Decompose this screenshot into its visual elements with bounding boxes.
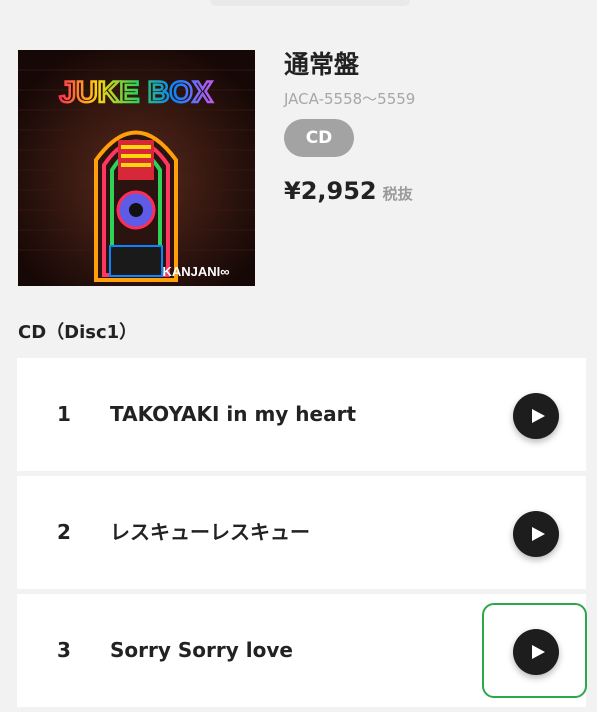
track-title: Sorry Sorry love	[110, 638, 293, 662]
track-row: 3 Sorry Sorry love	[17, 594, 586, 707]
play-button[interactable]	[513, 393, 559, 439]
track-number: 1	[57, 402, 71, 426]
track-title: レスキューレスキュー	[110, 520, 310, 544]
play-button[interactable]	[513, 511, 559, 557]
cover-title: JUKE BOX	[59, 76, 212, 109]
format-badge: CD	[284, 119, 354, 157]
price: ¥2,952	[284, 177, 377, 205]
top-handle	[210, 0, 410, 6]
play-icon	[531, 409, 545, 423]
catalog-number: JACA-5558〜5559	[284, 90, 416, 108]
track-number: 3	[57, 638, 71, 662]
track-list: 1 TAKOYAKI in my heart 2 レスキューレスキュー 3 So…	[17, 358, 586, 712]
tax-label: 税抜	[382, 185, 413, 203]
track-number: 2	[57, 520, 71, 544]
edition-title: 通常盤	[284, 50, 360, 79]
album-cover-art: JUKE BOX KANJANI∞	[18, 50, 255, 286]
play-icon	[531, 645, 545, 659]
track-row: 2 レスキューレスキュー	[17, 476, 586, 589]
track-title: TAKOYAKI in my heart	[110, 402, 357, 426]
disc-title: CD（Disc1）	[18, 322, 138, 343]
album-info: 通常盤 JACA-5558〜5559 CD ¥2,952 税抜	[284, 48, 415, 205]
album-cover: JUKE BOX KANJANI∞	[18, 50, 255, 286]
play-button[interactable]	[513, 629, 559, 675]
cover-artist: KANJANI∞	[162, 264, 229, 279]
price-row: ¥2,952 税抜	[284, 177, 415, 205]
track-row: 1 TAKOYAKI in my heart	[17, 358, 586, 471]
play-icon	[531, 527, 545, 541]
